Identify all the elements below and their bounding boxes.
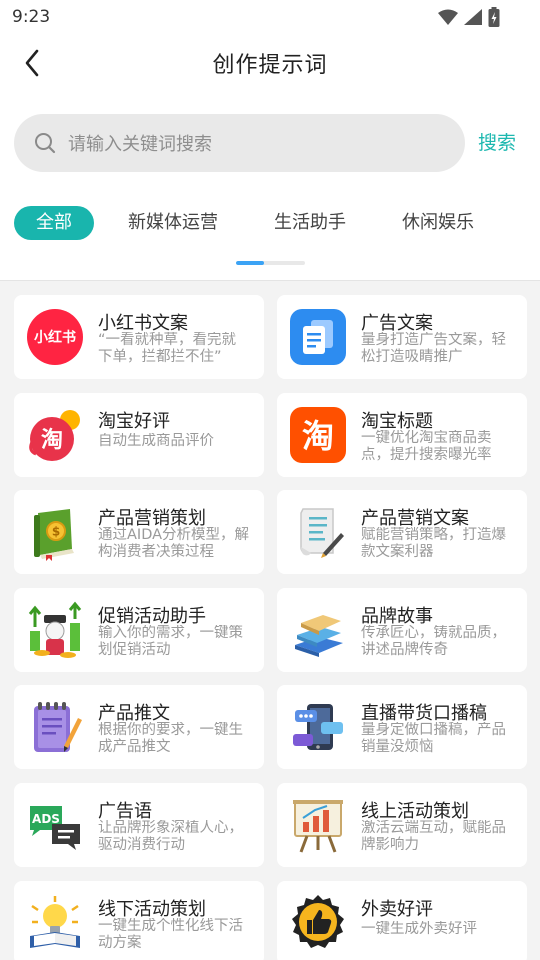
prompt-card-product-post[interactable]: 产品推文 根据你的要求，一键生成产品推文 [14, 685, 264, 769]
tab-all[interactable]: 全部 [14, 206, 94, 240]
card-desc: 一键优化淘宝商品卖点，提升搜索曝光率 [361, 430, 492, 463]
card-desc: 量身定做口播稿，产品销量没烦恼 [361, 722, 506, 755]
status-icons [438, 7, 500, 27]
prompt-card-offline-event[interactable]: 线下活动策划 一键生成个性化线下活动方案 [14, 881, 264, 960]
card-desc: 赋能营销策略，打造爆款文案利器 [361, 527, 506, 560]
copy-document-icon [290, 309, 346, 365]
card-desc: 通过AIDA分析模型，解构消费者决策过程 [98, 527, 250, 560]
prompt-card-taobao-title[interactable]: 淘 淘宝标题 一键优化淘宝商品卖点，提升搜索曝光率 [277, 393, 527, 477]
prompt-card-delivery-review[interactable]: 外卖好评 一键生成外卖好评 [277, 881, 527, 960]
prompt-card-promotion[interactable]: 促销活动助手 输入你的需求，一键策划促销活动 [14, 588, 264, 672]
status-time: 9:23 [12, 7, 51, 27]
card-desc: 一键生成外卖好评 [361, 921, 477, 937]
lightbulb-book-icon [30, 896, 80, 948]
svg-text:淘: 淘 [302, 417, 334, 455]
card-desc: 一键生成个性化线下活动方案 [98, 918, 243, 951]
prompt-card-live-script[interactable]: 直播带货口播稿 量身定做口播稿，产品销量没烦恼 [277, 685, 527, 769]
battery-icon [488, 7, 500, 27]
search-placeholder: 请输入关键词搜索 [68, 134, 212, 155]
search-icon [35, 133, 56, 154]
svg-text:$: $ [52, 525, 60, 539]
book-stack-icon [295, 615, 343, 657]
status-bar: 9:23 [0, 0, 540, 34]
taobao-logo-icon: 淘 [290, 407, 346, 463]
card-desc: 输入你的需求，一键策划促销活动 [98, 625, 243, 658]
search-button[interactable]: 搜索 [478, 128, 516, 155]
scroll-pen-icon [300, 508, 344, 558]
tab-life-assistant[interactable]: 生活助手 [274, 206, 346, 240]
card-desc: 自动生成商品评价 [98, 433, 214, 449]
svg-text:ADS: ADS [32, 812, 60, 826]
prompt-card-taobao-review[interactable]: 淘 淘宝好评 自动生成商品评价 [14, 393, 264, 477]
taobao-review-icon: 淘 [29, 410, 80, 461]
presentation-board-icon [293, 800, 343, 853]
promotion-growth-icon [28, 601, 82, 658]
svg-text:淘: 淘 [41, 427, 63, 453]
prompt-card-marketing-plan[interactable]: $ 产品营销策划 通过AIDA分析模型，解构消费者决策过程 [14, 490, 264, 574]
card-desc: 根据你的要求，一键生成产品推文 [98, 722, 243, 755]
prompt-card-brand-story[interactable]: 品牌故事 传承匠心，铸就品质，讲述品牌传奇 [277, 588, 527, 672]
tab-entertainment[interactable]: 休闲娱乐 [402, 206, 474, 240]
live-chat-phone-icon [293, 704, 343, 750]
ads-chat-icon: ADS [30, 806, 80, 850]
divider [0, 280, 540, 281]
card-desc: 量身打造广告文案，轻松打造吸睛推广 [361, 332, 506, 365]
thumbs-up-badge-icon [292, 895, 344, 948]
prompt-card-xiaohongshu[interactable]: 小红书 小红书文案 “一看就种草，看完就下单，拦都拦不住” [14, 295, 264, 379]
card-desc: 让品牌形象深植人心，驱动消费行动 [98, 820, 243, 853]
notepad-pencil-icon [34, 702, 82, 752]
prompt-card-online-event[interactable]: 线上活动策划 激活云端互动，赋能品牌影响力 [277, 783, 527, 867]
xiaohongshu-logo-icon: 小红书 [27, 309, 83, 365]
card-desc: “一看就种草，看完就下单，拦都拦不住” [98, 332, 237, 365]
card-desc: 传承匠心，铸就品质，讲述品牌传奇 [361, 625, 506, 658]
card-title: 淘宝好评 [98, 411, 170, 432]
wifi-icon [438, 9, 458, 25]
tab-scroll-indicator [236, 261, 305, 265]
signal-icon [464, 9, 482, 25]
card-title: 外卖好评 [361, 899, 433, 920]
svg-text:小红书: 小红书 [34, 329, 76, 346]
chevron-left-icon [25, 49, 39, 77]
card-desc: 激活云端互动，赋能品牌影响力 [361, 820, 506, 853]
page-title: 创作提示词 [212, 53, 328, 78]
search-input[interactable]: 请输入关键词搜索 [14, 114, 465, 172]
money-book-icon: $ [34, 509, 74, 561]
prompt-card-ad-copy[interactable]: 广告文案 量身打造广告文案，轻松打造吸睛推广 [277, 295, 527, 379]
tab-new-media[interactable]: 新媒体运营 [128, 206, 218, 240]
prompt-card-marketing-copy[interactable]: 产品营销文案 赋能营销策略，打造爆款文案利器 [277, 490, 527, 574]
category-tabs: 全部 新媒体运营 生活助手 休闲娱乐 [14, 206, 534, 240]
nav-bar: 创作提示词 [0, 34, 540, 92]
prompt-card-slogan[interactable]: ADS 广告语 让品牌形象深植人心，驱动消费行动 [14, 783, 264, 867]
back-button[interactable] [14, 44, 50, 82]
